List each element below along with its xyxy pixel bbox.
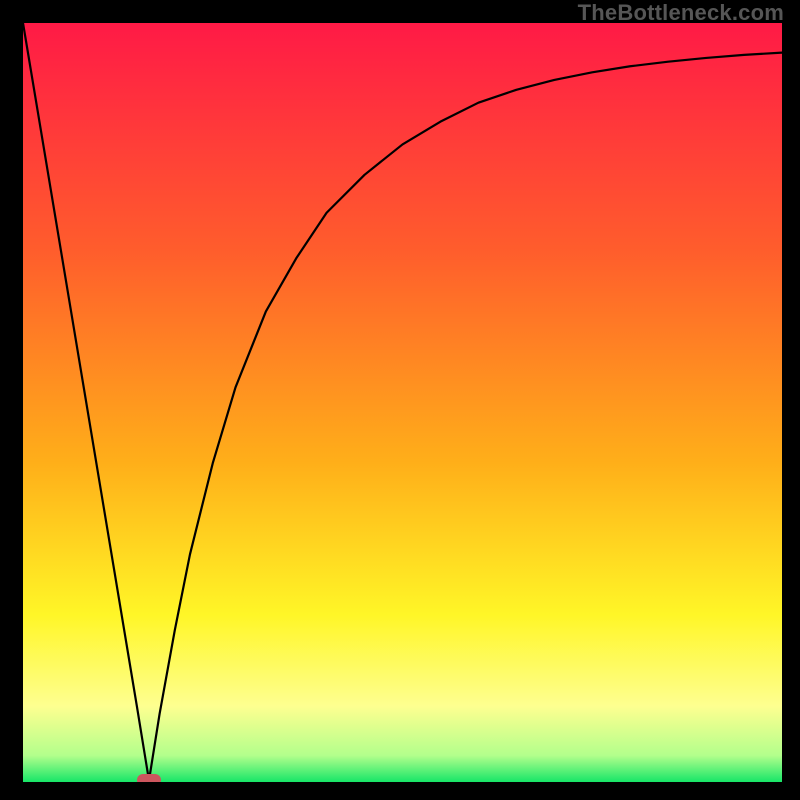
bottleneck-curve bbox=[23, 23, 782, 782]
chart-frame: TheBottleneck.com bbox=[0, 0, 800, 800]
optimal-marker bbox=[137, 774, 161, 782]
plot-area bbox=[23, 23, 782, 782]
